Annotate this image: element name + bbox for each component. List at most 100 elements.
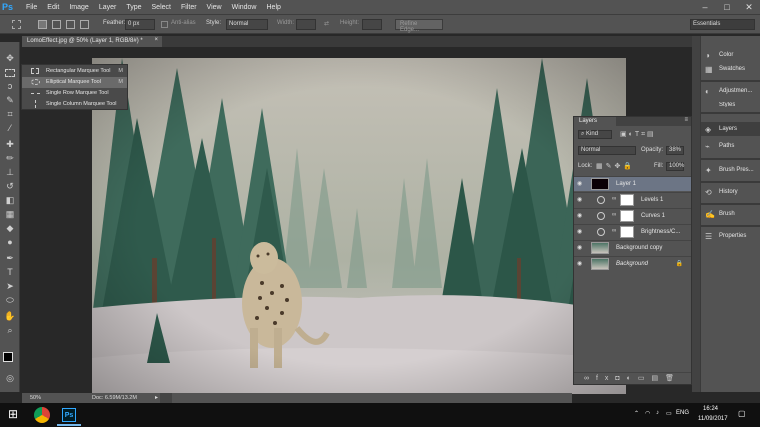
- visibility-eye-icon[interactable]: ◉: [577, 180, 585, 188]
- clone-stamp-tool-icon[interactable]: ⊥: [3, 166, 17, 178]
- shape-tool-icon[interactable]: ⬭: [3, 294, 17, 306]
- history-panel-icon[interactable]: ⟲: [705, 188, 714, 197]
- layers-panel-button-active[interactable]: ◈ Layers: [701, 122, 760, 136]
- fill-input[interactable]: 100%: [666, 162, 684, 171]
- layer-row-background[interactable]: ◉ Background 🔒: [574, 256, 691, 271]
- zoom-tool-icon[interactable]: ⌕: [3, 324, 17, 336]
- document-info[interactable]: Doc: 6.59M/13.2M: [92, 395, 137, 401]
- visibility-eye-icon[interactable]: ◉: [577, 244, 585, 252]
- photo-canvas[interactable]: [92, 58, 626, 394]
- notifications-icon[interactable]: ▢: [738, 409, 746, 418]
- feather-input[interactable]: 0 px: [125, 19, 155, 30]
- refine-edge-button[interactable]: Refine Edge...: [395, 19, 443, 33]
- adjustments-panel-button[interactable]: Adjustmen...: [719, 88, 752, 94]
- close-button[interactable]: ✕: [738, 0, 760, 14]
- path-selection-tool-icon[interactable]: ➤: [3, 280, 17, 292]
- workspace-select[interactable]: Essentials: [690, 19, 755, 30]
- gradient-tool-icon[interactable]: ▦: [3, 208, 17, 220]
- swatches-panel-button[interactable]: Swatches: [719, 66, 745, 72]
- style-select[interactable]: Normal: [226, 19, 268, 30]
- elliptical-marquee-option[interactable]: Elliptical Marquee Tool M: [22, 77, 127, 88]
- eyedropper-tool-icon[interactable]: ⁄: [3, 122, 17, 134]
- menu-image[interactable]: Image: [69, 4, 88, 11]
- menu-view[interactable]: View: [207, 4, 222, 11]
- layer-row-layer-1[interactable]: ◉ Layer 1: [574, 176, 691, 191]
- document-tab[interactable]: LomoEffect.jpg @ 50% (Layer 1, RGB/8#) *…: [22, 36, 162, 47]
- single-row-marquee-option[interactable]: Single Row Marquee Tool: [22, 88, 127, 99]
- layer-filter-select[interactable]: ⌕ Kind: [578, 130, 612, 139]
- scroll-left-icon[interactable]: [160, 393, 172, 403]
- hand-tool-icon[interactable]: ✋: [3, 310, 17, 322]
- windows-start-icon[interactable]: ⊞: [8, 407, 18, 421]
- maximize-button[interactable]: □: [716, 0, 738, 14]
- history-brush-tool-icon[interactable]: ↺: [3, 180, 17, 192]
- crop-tool-icon[interactable]: ⌗: [3, 108, 17, 120]
- visibility-eye-icon[interactable]: ◉: [577, 228, 585, 236]
- color-panel-icon[interactable]: ◑: [705, 51, 714, 60]
- adjustments-panel-icon[interactable]: ◐: [705, 87, 714, 96]
- visibility-eye-icon[interactable]: ◉: [577, 260, 585, 268]
- subtract-selection-icon[interactable]: [66, 20, 75, 29]
- menu-filter[interactable]: Filter: [181, 4, 197, 11]
- foreground-color-swatch[interactable]: [3, 352, 13, 362]
- menu-help[interactable]: Help: [267, 4, 281, 11]
- zoom-level[interactable]: 50%: [30, 395, 41, 401]
- close-document-icon[interactable]: ×: [154, 37, 158, 43]
- marquee-tool-preset-icon[interactable]: [12, 20, 21, 29]
- layer-row-background-copy[interactable]: ◉ Background copy: [574, 240, 691, 255]
- photoshop-taskbar-icon[interactable]: Ps: [62, 408, 76, 422]
- brush-presets-button[interactable]: Brush Pres...: [719, 167, 754, 173]
- paths-panel-icon[interactable]: ⌁: [705, 142, 714, 151]
- blur-tool-icon[interactable]: ◆: [3, 222, 17, 234]
- panel-menu-icon[interactable]: ≡: [684, 117, 688, 123]
- battery-icon[interactable]: ▭: [666, 410, 672, 417]
- opacity-input[interactable]: 38%: [666, 146, 684, 155]
- new-selection-icon[interactable]: [38, 20, 47, 29]
- brush-tool-icon[interactable]: ✏: [3, 152, 17, 164]
- network-icon[interactable]: ◠: [645, 410, 650, 417]
- pen-tool-icon[interactable]: ✒: [3, 252, 17, 264]
- swatches-panel-icon[interactable]: ▦: [705, 65, 714, 74]
- clock-date[interactable]: 11/09/2017: [698, 416, 728, 422]
- layer-row-curves-1[interactable]: ◉ ∞ Curves 1: [574, 208, 691, 223]
- chrome-icon[interactable]: [34, 407, 50, 423]
- properties-panel-button[interactable]: Properties: [719, 233, 746, 239]
- dodge-tool-icon[interactable]: ●: [3, 236, 17, 248]
- status-menu-arrow-icon[interactable]: ▸: [155, 394, 158, 401]
- lock-icons[interactable]: ▦✎✥🔒: [596, 162, 635, 170]
- visibility-eye-icon[interactable]: ◉: [577, 212, 585, 220]
- menu-file[interactable]: File: [26, 4, 37, 11]
- blend-mode-select[interactable]: Normal: [578, 146, 636, 155]
- brush-panel-button[interactable]: Brush: [719, 211, 735, 217]
- visibility-eye-icon[interactable]: ◉: [577, 196, 585, 204]
- single-column-marquee-option[interactable]: Single Column Marquee Tool: [22, 99, 127, 110]
- clock-time[interactable]: 16:24: [703, 406, 718, 412]
- properties-panel-icon[interactable]: ☰: [705, 232, 714, 241]
- height-input[interactable]: [362, 19, 382, 30]
- minimize-button[interactable]: –: [694, 0, 716, 14]
- quick-mask-icon[interactable]: ◎: [3, 372, 17, 384]
- tray-chevron-icon[interactable]: ⌃: [634, 410, 639, 417]
- layer-row-levels-1[interactable]: ◉ ∞ Levels 1: [574, 192, 691, 207]
- language-indicator[interactable]: ENG: [676, 410, 689, 416]
- layer-filter-icons[interactable]: ▣◐T⌗▤: [620, 130, 656, 139]
- menu-layer[interactable]: Layer: [99, 4, 117, 11]
- menu-edit[interactable]: Edit: [47, 4, 59, 11]
- quick-selection-tool-icon[interactable]: ✎: [3, 94, 17, 106]
- healing-brush-tool-icon[interactable]: ✚: [3, 138, 17, 150]
- type-tool-icon[interactable]: T: [3, 266, 17, 278]
- move-tool-icon[interactable]: ✥: [3, 52, 17, 64]
- brush-presets-icon[interactable]: ✦: [705, 166, 714, 175]
- menu-window[interactable]: Window: [232, 4, 257, 11]
- styles-panel-button[interactable]: Styles: [719, 102, 735, 107]
- lasso-tool-icon[interactable]: ↄ: [3, 80, 17, 92]
- swap-icon[interactable]: ⇄: [324, 20, 329, 27]
- history-panel-button[interactable]: History: [719, 189, 738, 195]
- marquee-tool-icon[interactable]: [5, 69, 15, 77]
- width-input[interactable]: [296, 19, 316, 30]
- color-panel-button[interactable]: Color: [719, 52, 733, 58]
- rectangular-marquee-option[interactable]: Rectangular Marquee Tool M: [22, 66, 127, 77]
- layers-panel-footer-icons[interactable]: ∞fx◘◐▭▤🗑: [574, 372, 691, 384]
- paths-panel-button[interactable]: Paths: [719, 143, 734, 149]
- add-selection-icon[interactable]: [52, 20, 61, 29]
